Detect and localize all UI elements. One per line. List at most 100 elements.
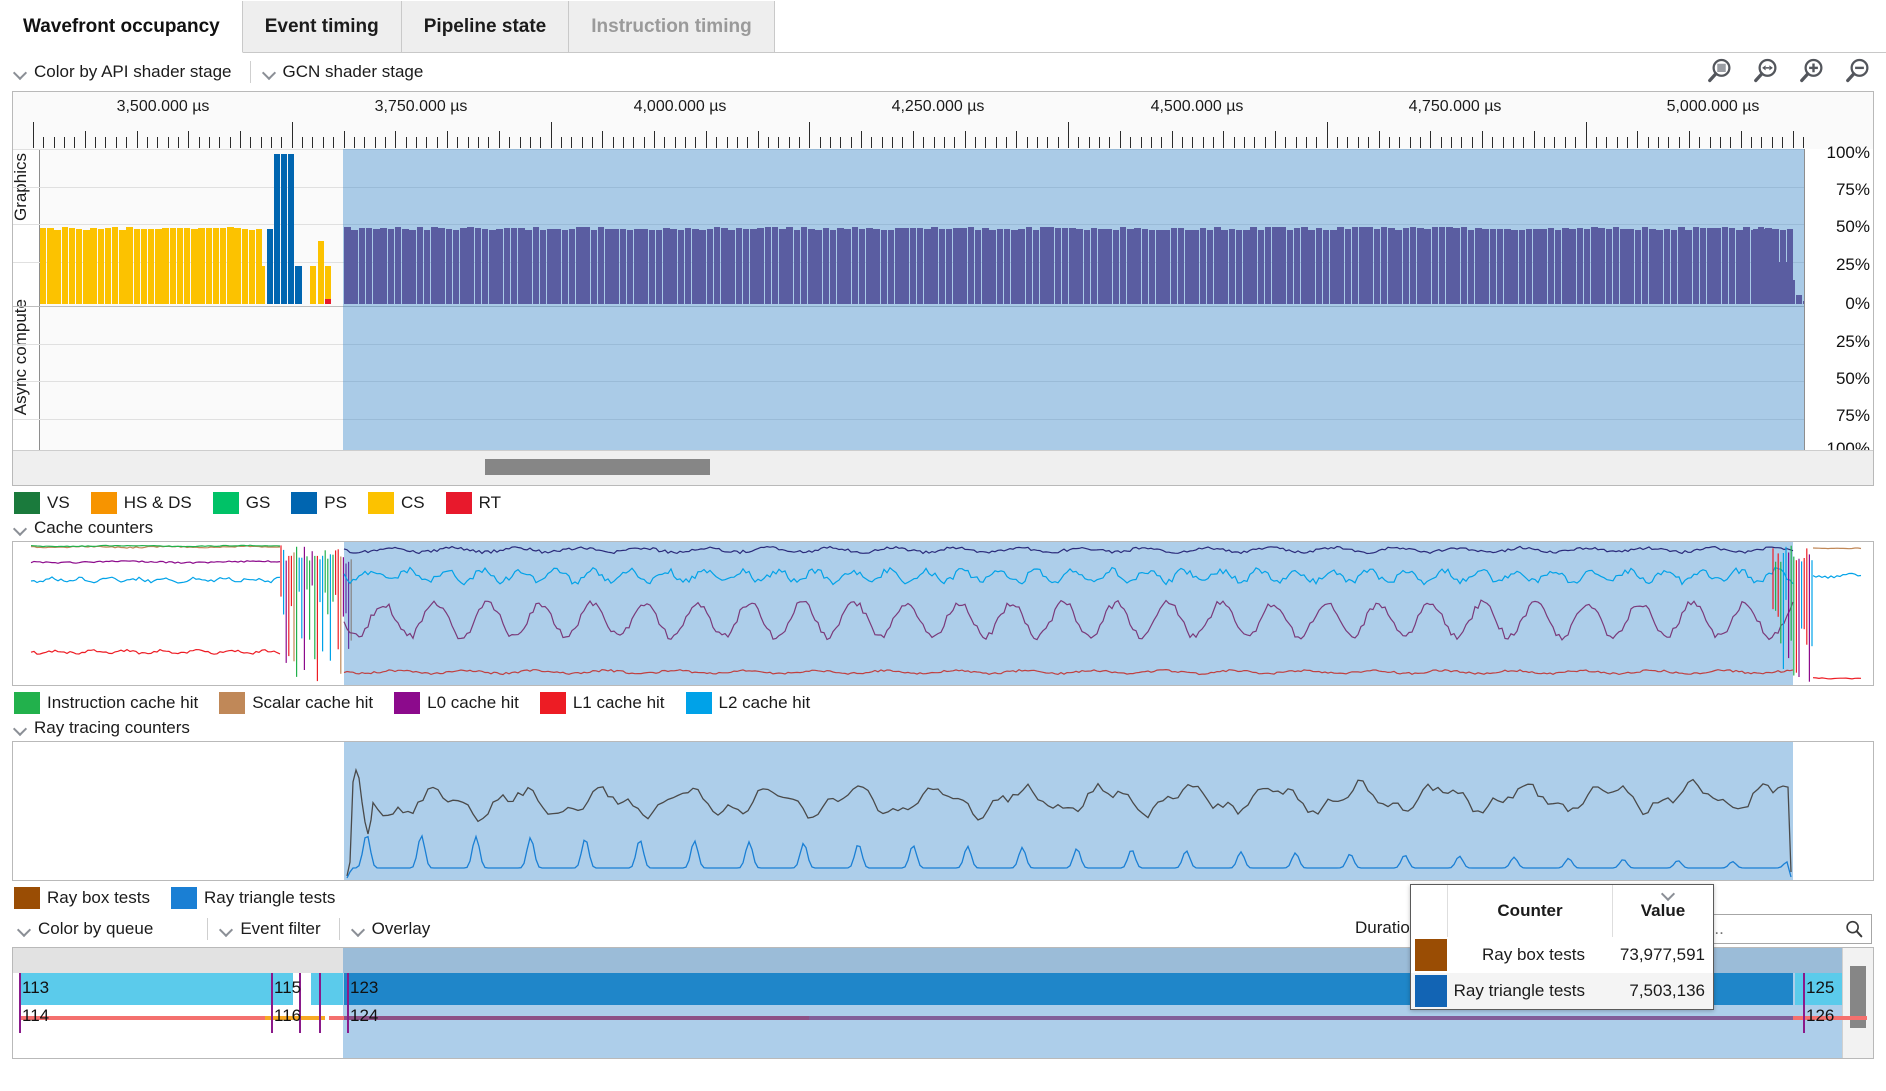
cache-legend-item[interactable]: L1 cache hit [540, 692, 665, 714]
event-marker[interactable] [19, 973, 21, 1005]
tab-pipeline-state[interactable]: Pipeline state [402, 1, 570, 52]
zoom-to-fit-icon[interactable] [1750, 55, 1780, 87]
overlay-dropdown[interactable]: Overlay [348, 917, 441, 941]
occupancy-bar-cs [62, 227, 68, 304]
event-filter-dropdown[interactable]: Event filter [216, 917, 330, 941]
gcn-shader-stage-dropdown[interactable]: GCN shader stage [259, 60, 434, 84]
event-duration-line[interactable] [19, 1016, 265, 1020]
event-marker[interactable] [1803, 973, 1805, 1005]
occupancy-bar-cs-selected [663, 228, 670, 304]
color-by-queue-dropdown[interactable]: Color by queue [14, 917, 163, 941]
ray-tracing-counters-chart[interactable] [12, 741, 1874, 881]
occupancy-bar-cs-selected [395, 227, 402, 304]
rt-legend-item[interactable]: Ray triangle tests [171, 887, 335, 909]
cache-legend-item[interactable]: Instruction cache hit [14, 692, 198, 714]
event-marker[interactable] [319, 973, 321, 1005]
chevron-down-icon [1662, 887, 1675, 900]
occupancy-bar-cs-selected [1323, 230, 1330, 304]
event-marker[interactable] [19, 1005, 21, 1033]
zoom-in-icon[interactable] [1796, 55, 1826, 87]
occupancy-bar-cs-selected [699, 230, 706, 304]
percent-axis-label: 50% [1836, 369, 1870, 389]
event-marker[interactable] [319, 1005, 321, 1033]
shader-legend-item[interactable]: RT [446, 492, 501, 514]
cache-legend-swatch [394, 692, 420, 714]
occupancy-bar-cs-selected [605, 229, 612, 304]
event-marker[interactable] [271, 1005, 273, 1033]
occupancy-bar-cs-selected [917, 228, 924, 304]
occupancy-bar-cs-selected [431, 227, 438, 304]
occupancy-bar-cs-selected [489, 230, 496, 304]
event-block[interactable] [19, 973, 293, 1005]
occupancy-bar-cs-selected [641, 229, 648, 304]
occupancy-bar-cs-selected [895, 228, 902, 304]
grid-line [13, 306, 1873, 307]
cache-legend-item[interactable]: L0 cache hit [394, 692, 519, 714]
tooltip-row-value: 73,977,591 [1593, 945, 1713, 965]
occupancy-bar-cs-selected [1076, 229, 1083, 304]
cache-counters-section-header[interactable]: Cache counters [0, 516, 1886, 541]
shader-legend-item[interactable]: CS [368, 492, 425, 514]
occupancy-bar-cs [310, 266, 316, 304]
occupancy-plot-area[interactable] [13, 149, 1873, 450]
color-by-queue-label: Color by queue [38, 919, 153, 939]
occupancy-bar-cs-selected [1316, 228, 1323, 304]
occupancy-bar-cs-selected [1649, 229, 1656, 304]
ray-tracing-counters-section-header[interactable]: Ray tracing counters [0, 716, 1886, 741]
occupancy-bar-cs-selected [808, 229, 815, 304]
occupancy-bar-cs-selected [743, 229, 750, 304]
wavefront-occupancy-chart[interactable]: 3,500.000 µs3,750.000 µs4,000.000 µs4,25… [12, 91, 1874, 486]
occupancy-bar-cs-selected [576, 227, 583, 304]
cache-legend-label: Scalar cache hit [252, 693, 373, 713]
occupancy-bar-cs-selected [518, 228, 525, 304]
rt-legend-item[interactable]: Ray box tests [14, 887, 150, 909]
tab-event-timing[interactable]: Event timing [243, 1, 402, 52]
event-marker[interactable] [1803, 1005, 1805, 1033]
event-block[interactable] [311, 973, 343, 1005]
zoom-out-icon[interactable] [1842, 55, 1872, 87]
time-ruler[interactable]: 3,500.000 µs3,750.000 µs4,000.000 µs4,25… [13, 92, 1873, 149]
event-vertical-scrollbar[interactable] [1842, 948, 1873, 1058]
cache-counters-chart[interactable] [12, 541, 1874, 686]
occupancy-bar-cs [69, 228, 75, 304]
occupancy-bar-cs-selected [953, 228, 960, 304]
occupancy-bar-cs-selected [1671, 230, 1678, 304]
occupancy-bar-cs-selected [888, 230, 895, 304]
occupancy-bar-cs-selected [1678, 227, 1685, 304]
occupancy-bar-cs-selected [1127, 229, 1134, 304]
tab-wavefront-occupancy[interactable]: Wavefront occupancy [0, 1, 243, 53]
shader-legend-item[interactable]: HS & DS [91, 492, 192, 514]
chevron-down-icon [352, 923, 365, 936]
occupancy-bar-cs-selected [533, 227, 540, 304]
event-duration-line-selected[interactable] [344, 1016, 1793, 1020]
shader-legend-item[interactable]: GS [213, 492, 271, 514]
occupancy-bar-cs-selected [1439, 227, 1446, 304]
horizontal-scrollbar[interactable] [13, 450, 1873, 485]
event-marker[interactable] [271, 973, 273, 1005]
zoom-to-selection-icon[interactable] [1704, 55, 1734, 87]
event-marker[interactable] [347, 973, 349, 1005]
occupancy-bar-cs-selected [1526, 229, 1533, 304]
occupancy-bar-cs-selected [678, 230, 685, 304]
shader-legend-item[interactable]: VS [14, 492, 70, 514]
occupancy-bar-cs [141, 229, 147, 304]
event-marker[interactable] [347, 1005, 349, 1033]
color-by-api-shader-stage-dropdown[interactable]: Color by API shader stage [10, 60, 242, 84]
occupancy-bar-cs-selected [1743, 227, 1750, 304]
occupancy-bar-cs-selected [1272, 227, 1279, 304]
search-icon[interactable] [1843, 918, 1865, 940]
occupancy-bar-cs-selected [1185, 230, 1192, 304]
horizontal-scrollbar-thumb[interactable] [485, 459, 710, 475]
cache-legend-item[interactable]: Scalar cache hit [219, 692, 373, 714]
occupancy-bar-cs-selected [1642, 227, 1649, 304]
cache-legend-item[interactable]: L2 cache hit [686, 692, 811, 714]
occupancy-bar-cs-selected [351, 230, 358, 304]
shader-legend-swatch [368, 492, 394, 514]
shader-legend-item[interactable]: PS [291, 492, 347, 514]
rt-legend-label: Ray box tests [47, 888, 150, 908]
occupancy-bar-cs-selected [1685, 230, 1692, 304]
occupancy-bar-cs-selected [830, 230, 837, 304]
occupancy-bar-cs-selected [562, 230, 569, 304]
occupancy-bar-cs-selected [692, 229, 699, 304]
occupancy-bar-cs [213, 228, 219, 304]
